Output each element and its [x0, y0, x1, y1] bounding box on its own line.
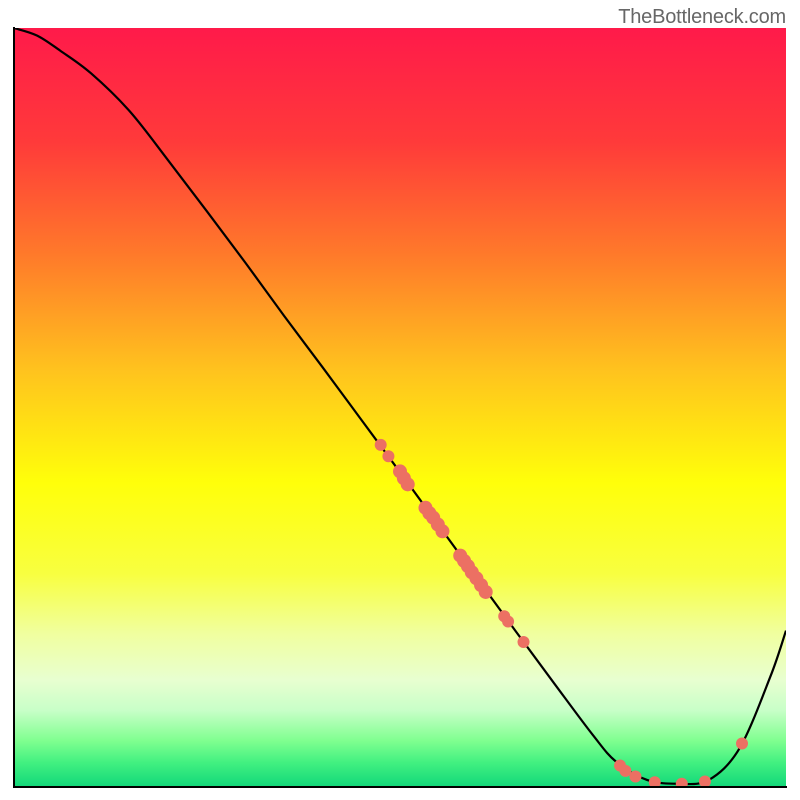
data-point [676, 778, 688, 786]
data-point [629, 771, 641, 783]
data-point [736, 738, 748, 750]
data-point [502, 616, 514, 628]
plot-area [14, 28, 786, 786]
x-axis [13, 786, 787, 788]
scatter-points [375, 439, 748, 786]
data-point [518, 636, 530, 648]
data-point [619, 765, 631, 777]
data-point [435, 524, 449, 538]
data-point [375, 439, 387, 451]
watermark-text: TheBottleneck.com [618, 6, 786, 29]
y-axis [13, 27, 15, 788]
data-point [382, 450, 394, 462]
data-point [699, 775, 711, 786]
bottleneck-curve [14, 28, 786, 784]
curve-layer [14, 28, 786, 786]
chart-container: TheBottleneck.com [0, 0, 800, 800]
data-point [649, 776, 661, 786]
data-point [479, 585, 493, 599]
data-point [401, 477, 415, 491]
